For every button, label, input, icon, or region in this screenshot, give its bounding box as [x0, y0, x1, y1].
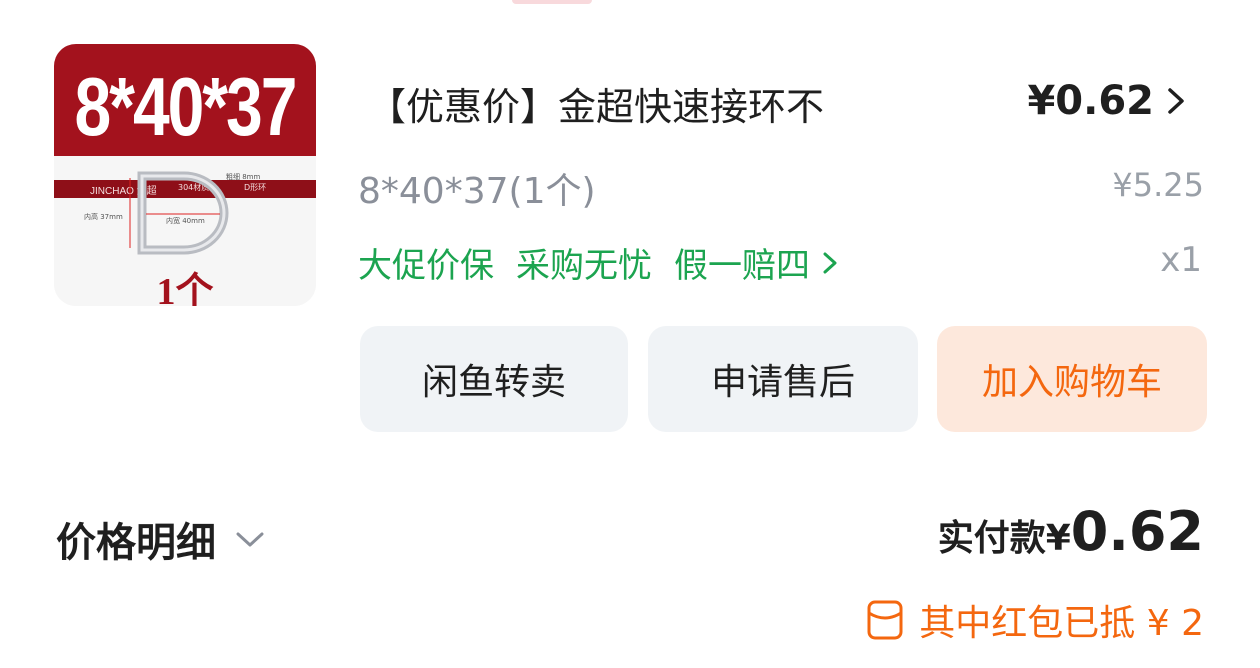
service-tags[interactable]: 大促价保 采购无忧 假一赔四 — [358, 238, 842, 287]
red-packet-deduction: 其中红包已抵 ¥ 2 — [865, 594, 1204, 646]
quantity: x1 — [1160, 240, 1202, 280]
amount-paid: 实付款¥ 0.62 — [938, 500, 1204, 563]
product-price: ¥0.62 — [1027, 78, 1154, 124]
tag-price-protection: 大促价保 — [358, 246, 494, 286]
tag-authentic-guarantee: 假一赔四 — [674, 246, 810, 286]
price-link[interactable]: ¥0.62 — [1027, 78, 1190, 124]
add-to-cart-button[interactable]: 加入购物车 — [937, 326, 1207, 432]
thumbnail-headline: 8*40*37 — [74, 59, 298, 153]
chevron-right-icon — [1168, 88, 1184, 114]
chevron-right-icon — [823, 252, 837, 273]
after-sales-button[interactable]: 申请售后 — [648, 326, 918, 432]
price-detail-toggle[interactable]: 价格明细 — [56, 510, 268, 568]
original-price: ¥5.25 — [1112, 166, 1204, 204]
resell-button[interactable]: 闲鱼转卖 — [360, 326, 628, 432]
thumbnail-dim-width: 内宽 40mm — [166, 217, 205, 225]
red-packet-icon — [867, 600, 903, 640]
top-indicator — [512, 0, 592, 4]
amount-paid-value: 0.62 — [1070, 500, 1204, 563]
chevron-down-icon — [236, 532, 264, 547]
tag-worry-free: 采购无忧 — [516, 246, 652, 286]
product-spec: 8*40*37(1个) — [358, 171, 596, 212]
product-title[interactable]: 【优惠价】金超快速接环不 — [368, 76, 824, 131]
thumbnail-dim-thickness: 粗细 8mm — [226, 173, 261, 181]
amount-paid-label: 实付款¥ — [937, 518, 1071, 559]
red-packet-text: 其中红包已抵 ¥ 2 — [919, 603, 1204, 644]
product-thumbnail[interactable]: 8*40*37 JINCHAO 金超 304材质 D形环 内高 37mm 内宽 … — [54, 44, 316, 306]
thumbnail-count: 1个 — [156, 271, 214, 306]
price-detail-label: 价格明细 — [56, 520, 216, 566]
thumbnail-dim-height: 内高 37mm — [84, 213, 123, 221]
